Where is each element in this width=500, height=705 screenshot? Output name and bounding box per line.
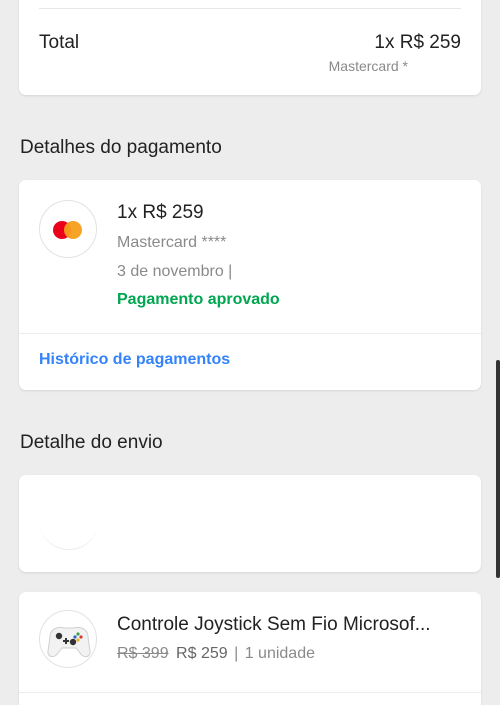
product-name[interactable]: Controle Joystick Sem Fio Microsof... xyxy=(117,614,467,636)
shipping-card xyxy=(19,475,481,572)
product-card[interactable]: Controle Joystick Sem Fio Microsof... R$… xyxy=(19,592,481,705)
product-old-price: R$ 399 xyxy=(117,645,169,662)
payment-date: 3 de novembro | xyxy=(117,263,233,280)
payment-method: Mastercard **** xyxy=(117,234,227,251)
mastercard-yellow-circle xyxy=(64,221,82,239)
total-payment-method: Mastercard * xyxy=(328,58,408,74)
xbox-controller-image xyxy=(39,610,97,668)
product-quantity: 1 unidade xyxy=(244,645,315,662)
total-label: Total xyxy=(39,32,80,53)
product-price: R$ 259 xyxy=(176,645,228,662)
product-price-line: R$ 399 R$ 259 | 1 unidade xyxy=(117,645,315,663)
divider xyxy=(19,333,481,334)
controller-icon xyxy=(47,626,91,658)
total-value: 1x R$ 259 xyxy=(374,32,461,53)
payment-details-title: Detalhes do pagamento xyxy=(20,137,222,158)
payment-card: 1x R$ 259 Mastercard **** 3 de novembro … xyxy=(19,180,481,390)
payment-amount: 1x R$ 259 xyxy=(117,202,204,223)
mastercard-icon xyxy=(39,200,97,258)
divider xyxy=(39,8,461,9)
shipping-placeholder xyxy=(39,520,99,550)
payment-history-link[interactable]: Histórico de pagamentos xyxy=(39,351,230,369)
total-card: Total 1x R$ 259 Mastercard * xyxy=(19,0,481,95)
shipping-details-title: Detalhe do envio xyxy=(20,432,163,453)
divider xyxy=(19,692,481,693)
payment-status: Pagamento aprovado xyxy=(117,291,280,308)
scrollbar[interactable] xyxy=(496,360,500,578)
price-separator: | xyxy=(234,645,239,662)
